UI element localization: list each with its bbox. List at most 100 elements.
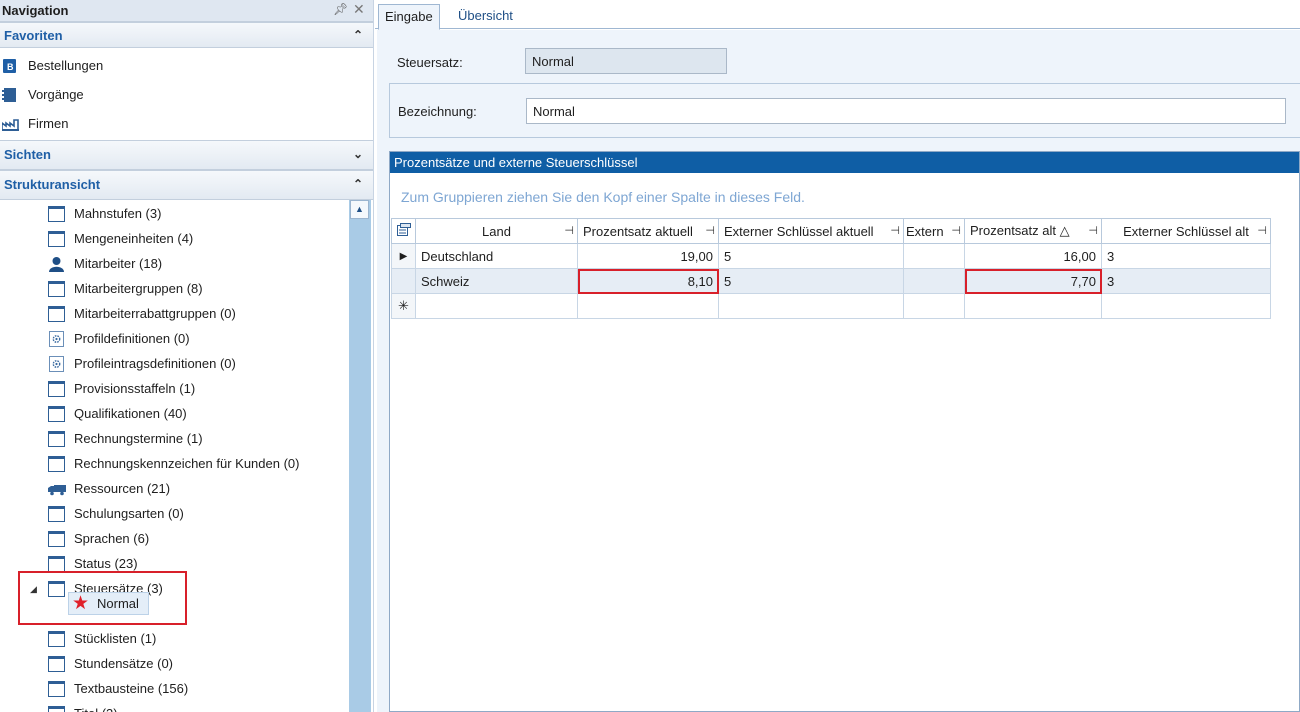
pin-icon[interactable]: 📌︎ [333,2,348,16]
nav-titlebar: Navigation 📌︎ ✕ [0,0,373,22]
tree-item-profildefinitionen[interactable]: Profildefinitionen (0) [0,327,348,352]
tree-item-mitarbeiterrabattgruppen[interactable]: Mitarbeiterrabattgruppen (0) [0,302,348,327]
cell-land[interactable]: Deutschland [415,243,578,269]
tree-item-label: Schulungsarten (0) [74,506,184,521]
factory-icon [1,117,19,132]
cell-prozentsatz-alt[interactable]: 16,00 [964,243,1102,269]
new-cell[interactable] [415,293,578,319]
group-header-strukturansicht[interactable]: Strukturansicht ⌃ [0,170,373,200]
pin-icon[interactable]: ⊣ [951,224,961,237]
sort-ascending-icon: △ [1059,223,1070,238]
column-header-externer-schluessel-aktuell[interactable]: Externer Schlüssel aktuell ⊣ [718,218,904,244]
column-header-extern[interactable]: Extern ⊣ [903,218,965,244]
main-content: Eingabe Übersicht Steuersatz: Normal Bez… [375,0,1300,712]
cell-externer-schluessel-aktuell[interactable]: 5 [718,243,904,269]
svg-text:B: B [7,62,14,72]
tree-item-sprachen[interactable]: Sprachen (6) [0,527,348,552]
column-header-land[interactable]: Land ⊣ [415,218,578,244]
expand-down-icon[interactable]: ⌄ [353,147,363,161]
tree-item-stundensätze[interactable]: Stundensätze (0) [0,652,348,677]
tree-item-rechnungskennzeichen-für-kunden[interactable]: Rechnungskennzeichen für Kunden (0) [0,452,348,477]
pin-icon[interactable]: ⊣ [890,224,900,237]
collapse-up-icon[interactable]: ⌃ [353,28,363,42]
tree-item-mitarbeitergruppen[interactable]: Mitarbeitergruppen (8) [0,277,348,302]
tree-item-profileintragsdefinitionen[interactable]: Profileintragsdefinitionen (0) [0,352,348,377]
ledger-icon [2,88,17,102]
tree-item-mengeneinheiten[interactable]: Mengeneinheiten (4) [0,227,348,252]
scroll-up-icon[interactable]: ▲ [350,200,369,219]
new-cell[interactable] [577,293,719,319]
tree-item-label: Normal [97,596,139,611]
tree-item-textbausteine[interactable]: Textbausteine (156) [0,677,348,702]
tree-item-titel[interactable]: Titel (3) [0,702,348,712]
group-header-sichten[interactable]: Sichten ⌄ [0,140,373,170]
column-header-prozentsatz-alt[interactable]: Prozentsatz alt △ ⊣ [964,218,1102,244]
new-cell[interactable] [718,293,904,319]
tax-rates-grid-panel: Prozentsätze und externe Steuerschlüssel… [389,151,1300,712]
collapse-up-icon[interactable]: ⌃ [353,177,363,191]
group-label: Strukturansicht [4,177,101,192]
column-label: Externer Schlüssel aktuell [724,223,874,239]
new-cell[interactable] [903,293,965,319]
favorite-label: Bestellungen [28,58,104,73]
tree-item-rechnungstermine[interactable]: Rechnungstermine (1) [0,427,348,452]
cell-externer-schluessel-alt[interactable]: 3 [1101,268,1271,294]
table-row[interactable]: Schweiz 8,10 5 7,70 3 [391,268,1271,294]
column-header-externer-schluessel-alt[interactable]: Externer Schlüssel alt ⊣ [1101,218,1271,244]
cell-extern[interactable] [903,243,965,269]
column-label: Prozentsatz alt [970,223,1056,238]
tab-uebersicht[interactable]: Übersicht [452,4,519,29]
new-row[interactable]: ✳ [391,293,1271,319]
window-icon [48,506,65,522]
tree-item-mitarbeiter[interactable]: Mitarbeiter (18) [0,252,348,277]
cell-extern[interactable] [903,268,965,294]
close-icon[interactable]: ✕ [353,1,365,18]
tree-item-qualifikationen[interactable]: Qualifikationen (40) [0,402,348,427]
cell-land[interactable]: Schweiz [415,268,578,294]
cell-externer-schluessel-alt[interactable]: 3 [1101,243,1271,269]
column-header-prozentsatz-aktuell[interactable]: Prozentsatz aktuell ⊣ [577,218,719,244]
tree-scrollbar[interactable]: ▲ [349,200,371,712]
tree-item-label: Textbausteine (156) [74,681,189,696]
cell-prozentsatz-aktuell[interactable]: 19,00 [577,243,719,269]
star-icon: ★ [72,593,90,614]
tree-item-ressourcen[interactable]: Ressourcen (21) [0,477,348,502]
column-chooser-icon[interactable] [391,218,416,244]
tree-item-stücklisten[interactable]: Stücklisten (1) [0,627,348,652]
tree-item-label: Rechnungskennzeichen für Kunden (0) [74,456,300,471]
window-icon [48,656,65,672]
table-header-row: Land ⊣ Prozentsatz aktuell ⊣ Externer Schl… [391,218,1271,244]
tree-item-normal[interactable]: ★ Normal [68,592,149,615]
favorite-item-bestellungen[interactable]: B Bestellungen [0,52,373,81]
pin-icon[interactable]: ⊣ [705,224,715,237]
pin-icon[interactable]: ⊣ [1088,224,1098,237]
steuersatz-field[interactable]: Normal [525,48,727,74]
gear-doc-icon [48,331,65,347]
bezeichnung-group: Bezeichnung: Normal [389,83,1300,138]
truck-icon [48,481,66,497]
pin-icon[interactable]: ⊣ [564,224,574,237]
window-icon [48,531,65,547]
favorite-item-firmen[interactable]: Firmen [0,110,373,139]
tree-item-label: Profileintragsdefinitionen (0) [74,356,236,371]
tree-item-provisionsstaffeln[interactable]: Provisionsstaffeln (1) [0,377,348,402]
tree-item-label: Mitarbeiterrabattgruppen (0) [74,306,236,321]
cell-prozentsatz-alt[interactable]: 7,70 [964,268,1102,294]
new-cell[interactable] [964,293,1102,319]
bezeichnung-input[interactable]: Normal [526,98,1286,124]
tree-item-schulungsarten[interactable]: Schulungsarten (0) [0,502,348,527]
cell-prozentsatz-aktuell[interactable]: 8,10 [577,268,719,294]
tree-item-label: Titel (3) [74,706,118,712]
window-icon [48,706,65,712]
favorite-item-vorgaenge[interactable]: Vorgänge [0,81,373,110]
group-header-favoriten[interactable]: Favoriten ⌃ [0,22,373,48]
group-by-hint[interactable]: Zum Gruppieren ziehen Sie den Kopf einer… [401,189,805,205]
tree-item-mahnstufen[interactable]: Mahnstufen (3) [0,202,348,227]
pin-icon[interactable]: ⊣ [1257,224,1267,237]
tax-rates-table: Land ⊣ Prozentsatz aktuell ⊣ Externer Schl… [391,218,1271,319]
tab-eingabe[interactable]: Eingabe [378,4,440,30]
new-cell[interactable] [1101,293,1271,319]
table-row[interactable]: ▶ Deutschland 19,00 5 16,00 3 [391,243,1271,269]
cell-externer-schluessel-aktuell[interactable]: 5 [718,268,904,294]
tree-item-label: Sprachen (6) [74,531,150,546]
